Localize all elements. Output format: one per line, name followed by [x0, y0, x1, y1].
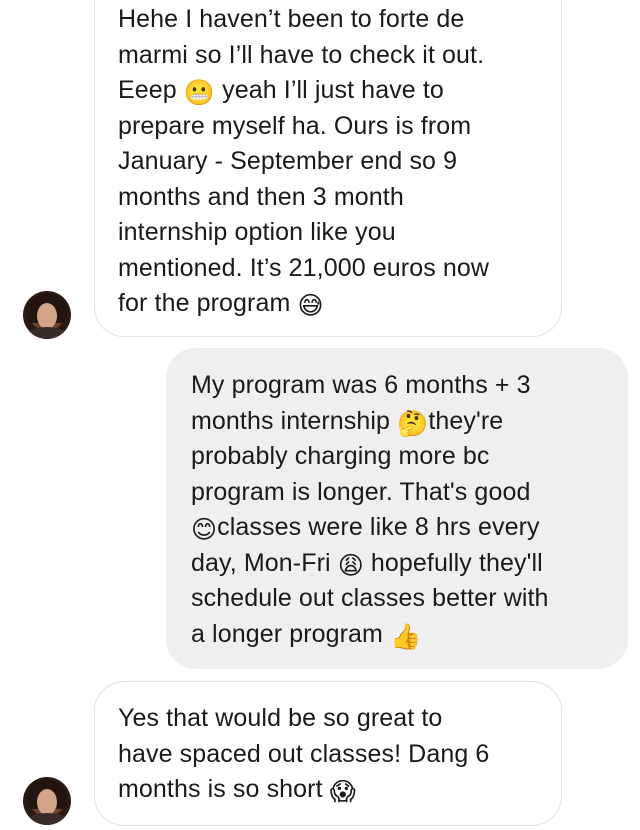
received-message-bubble[interactable]: Yes that would be so great to have space…: [94, 681, 562, 826]
message-line: for the program 😅: [118, 289, 324, 320]
message-line: Yes that would be so great to: [118, 704, 443, 732]
grinning-face-with-sweat-emoji: 😅: [297, 291, 324, 320]
message-line: marmi so I’ll have to check it out.: [118, 40, 485, 69]
message-line: a longer program 👍: [191, 619, 422, 651]
message-line: program is longer. That's good: [191, 477, 531, 506]
message-line: have spaced out classes! Dang 6: [118, 739, 490, 768]
message-line: Eeep 😬 yeah I’ll just have to: [118, 76, 444, 107]
message-line: probably charging more bc: [191, 442, 490, 470]
weary-face-emoji: 😩: [337, 550, 364, 580]
message-line: Hehe I haven’t been to forte de: [118, 5, 465, 33]
message-line: 😊classes were like 8 hrs every: [191, 513, 540, 544]
message-line: internship option like you: [118, 218, 396, 246]
message-line: months internship 🤔they're: [191, 406, 504, 438]
face-screaming-in-fear-emoji: 😱: [329, 777, 356, 806]
message-line: January - September end so 9: [118, 147, 458, 175]
thumbs-up-emoji: 👍: [390, 621, 422, 651]
message-line: months and then 3 month: [118, 182, 404, 211]
message-line: prepare myself ha. Ours is from: [118, 111, 472, 140]
message-line: schedule out classes better with: [191, 584, 549, 612]
sender-avatar[interactable]: [23, 777, 71, 825]
smiling-face-with-smiling-eyes-emoji: 😊: [191, 515, 218, 544]
thinking-face-emoji: 🤔: [397, 408, 429, 438]
received-message-bubble[interactable]: Hehe I haven’t been to forte de marmi so…: [94, 0, 562, 337]
sent-message-bubble[interactable]: My program was 6 months + 3 months inter…: [166, 348, 628, 669]
sender-avatar[interactable]: [23, 291, 71, 339]
message-line: months is so short 😱: [118, 775, 356, 806]
message-line: My program was 6 months + 3: [191, 371, 531, 399]
message-line: day, Mon-Fri 😩 hopefully they'll: [191, 548, 543, 580]
message-line: mentioned. It’s 21,000 euros now: [118, 253, 490, 282]
grimacing-face-emoji: 😬: [183, 78, 216, 107]
